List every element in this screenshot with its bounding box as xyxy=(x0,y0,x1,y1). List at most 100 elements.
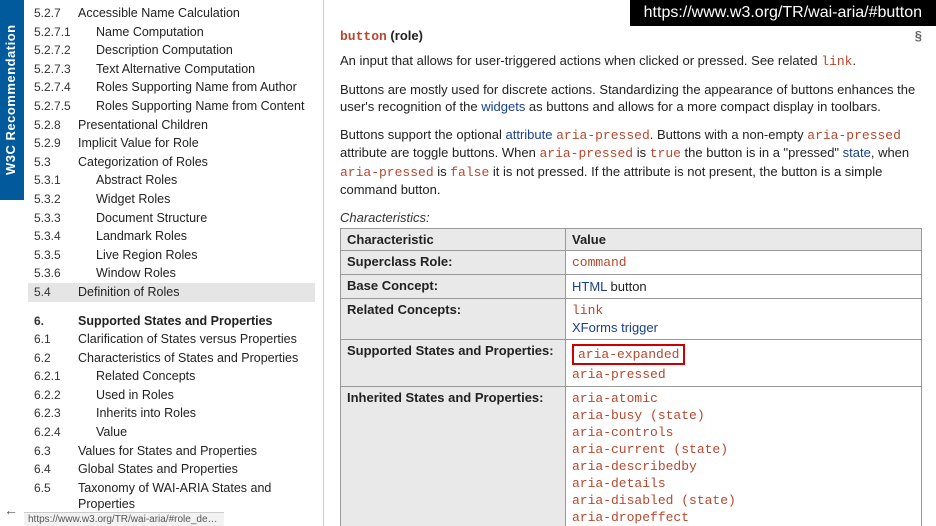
text: attribute are toggle buttons. When xyxy=(340,145,539,160)
text: the button is in a "pressed" xyxy=(681,145,843,160)
text: is xyxy=(633,145,650,160)
attribute-link[interactable]: attribute xyxy=(506,127,553,142)
toc-label: Implicit Value for Role xyxy=(78,135,199,151)
inherited-property-link[interactable]: aria-busy (state) xyxy=(572,407,915,424)
inherited-property-link[interactable]: aria-dropeffect xyxy=(572,509,915,526)
text: is xyxy=(434,164,451,179)
toc-item[interactable]: 6.Supported States and Properties xyxy=(28,312,315,331)
inherited-property-link[interactable]: aria-current (state) xyxy=(572,441,915,458)
row-superclass-value: command xyxy=(566,251,922,275)
toc-label: Values for States and Properties xyxy=(78,443,257,459)
aria-pressed-link[interactable]: aria-pressed xyxy=(556,128,650,143)
supported-property-link[interactable]: aria-expanded xyxy=(572,343,915,366)
toc-number: 5.3.1 xyxy=(28,173,78,189)
toc-number: 5.2.9 xyxy=(28,136,78,152)
toc-item[interactable]: 6.2Characteristics of States and Propert… xyxy=(28,349,315,368)
toc-number: 6.1 xyxy=(28,332,78,348)
toc-item[interactable]: 5.3.6Window Roles xyxy=(28,264,315,283)
true-code: true xyxy=(650,146,681,161)
toc-label: Definition of Roles xyxy=(78,284,179,300)
toc-number: 5.2.7.3 xyxy=(28,62,78,78)
toc-number: 6.4 xyxy=(28,462,78,478)
toc-label: Taxonomy of WAI-ARIA States and Properti… xyxy=(78,480,315,513)
toc-number: 5.2.7.5 xyxy=(28,99,78,115)
toc-number: 5.4 xyxy=(28,285,78,301)
para-1: An input that allows for user-triggered … xyxy=(340,52,922,71)
toc-label: Supported States and Properties xyxy=(78,313,272,329)
w3c-recommendation-tab[interactable]: W3C Recommendation xyxy=(0,0,24,200)
toc-item[interactable]: 6.4Global States and Properties xyxy=(28,460,315,479)
toc-item[interactable]: 5.3.5 Live Region Roles xyxy=(28,246,315,265)
widgets-link[interactable]: widgets xyxy=(481,99,525,114)
toc-label: Global States and Properties xyxy=(78,461,238,477)
toc-label: Live Region Roles xyxy=(96,247,197,263)
toc-number: 5.2.7.4 xyxy=(28,80,78,96)
text: , when xyxy=(871,145,909,160)
toc-item[interactable]: 5.3.2Widget Roles xyxy=(28,190,315,209)
toc-item[interactable]: 5.2.7.4 Roles Supporting Name from Author xyxy=(28,78,315,97)
related-concept-link[interactable]: link xyxy=(572,302,915,319)
toc-item[interactable]: 6.2.2Used in Roles xyxy=(28,386,315,405)
row-baseconcept-value: HTML button xyxy=(566,275,922,299)
row-baseconcept-label: Base Concept: xyxy=(341,275,566,299)
toc-number: 5.3 xyxy=(28,155,78,171)
state-link[interactable]: state xyxy=(843,145,871,160)
toc-item[interactable]: 6.5Taxonomy of WAI-ARIA States and Prope… xyxy=(28,479,315,514)
toc-item[interactable]: 5.2.7.1Name Computation xyxy=(28,23,315,42)
toc-item[interactable]: 5.3.4Landmark Roles xyxy=(28,227,315,246)
row-supported-value: aria-expandedaria-pressed xyxy=(566,340,922,387)
link-link[interactable]: link xyxy=(821,54,852,69)
status-bar-link: https://www.w3.org/TR/wai-aria/#role_def… xyxy=(24,512,224,526)
toc-label: Value xyxy=(96,424,127,440)
toc-item[interactable]: 6.3Values for States and Properties xyxy=(28,442,315,461)
row-related-value: linkXForms trigger xyxy=(566,299,922,340)
supported-property-link[interactable]: aria-pressed xyxy=(572,366,915,383)
toc-item[interactable]: 5.3Categorization of Roles xyxy=(28,153,315,172)
toc-number: 6.3 xyxy=(28,444,78,460)
toc-item[interactable]: 5.4Definition of Roles xyxy=(28,283,315,302)
toc-number: 5.2.7.1 xyxy=(28,25,78,41)
toc-item[interactable]: 5.3.1Abstract Roles xyxy=(28,171,315,190)
toc-label: Presentational Children xyxy=(78,117,208,133)
inherited-property-link[interactable]: aria-atomic xyxy=(572,390,915,407)
back-arrow-icon[interactable]: ← xyxy=(4,502,18,518)
toc-item[interactable]: 5.2.9Implicit Value for Role xyxy=(28,134,315,153)
table-of-contents: 5.2.7Accessible Name Calculation5.2.7.1N… xyxy=(24,0,324,526)
toc-item[interactable]: 6.1Clarification of States versus Proper… xyxy=(28,330,315,349)
role-name-code: button xyxy=(340,29,387,44)
command-link[interactable]: command xyxy=(572,254,915,271)
toc-item[interactable]: 5.2.7Accessible Name Calculation xyxy=(28,4,315,23)
text: button xyxy=(607,279,647,294)
toc-number: 6.2.3 xyxy=(28,406,78,422)
inherited-property-link[interactable]: aria-details xyxy=(572,475,915,492)
toc-item[interactable]: 6.2.4 Value xyxy=(28,423,315,442)
characteristics-table: Characteristic Value Superclass Role: co… xyxy=(340,228,922,526)
inherited-property-link[interactable]: aria-controls xyxy=(572,424,915,441)
role-heading: button (role) § xyxy=(340,28,922,44)
toc-item[interactable]: 5.3.3Document Structure xyxy=(28,209,315,228)
toc-label: Related Concepts xyxy=(96,368,195,384)
th-characteristic: Characteristic xyxy=(341,229,566,251)
related-concept-link[interactable]: XForms trigger xyxy=(572,319,915,336)
false-code: false xyxy=(450,165,489,180)
toc-item[interactable]: 6.2.3Inherits into Roles xyxy=(28,404,315,423)
section-link-icon[interactable]: § xyxy=(915,28,922,43)
inherited-property-link[interactable]: aria-describedby xyxy=(572,458,915,475)
toc-label: Roles Supporting Name from Author xyxy=(96,79,297,95)
toc-item[interactable]: 5.2.7.5Roles Supporting Name from Conten… xyxy=(28,97,315,116)
table-caption: Characteristics: xyxy=(340,209,922,227)
toc-item[interactable]: 5.2.7.3Text Alternative Computation xyxy=(28,60,315,79)
toc-number: 5.3.5 xyxy=(28,248,78,264)
highlighted-property: aria-expanded xyxy=(572,344,685,365)
toc-number: 5.3.6 xyxy=(28,266,78,282)
main-content: button (role) § An input that allows for… xyxy=(340,24,930,526)
inherited-property-link[interactable]: aria-disabled (state) xyxy=(572,492,915,509)
toc-item[interactable]: 6.2.1Related Concepts xyxy=(28,367,315,386)
html-button-link[interactable]: HTML button xyxy=(572,278,915,295)
toc-number: 6.2.4 xyxy=(28,425,78,441)
toc-item[interactable]: 5.2.8Presentational Children xyxy=(28,116,315,135)
toc-label: Landmark Roles xyxy=(96,228,187,244)
row-supported-label: Supported States and Properties: xyxy=(341,340,566,387)
toc-item[interactable]: 5.2.7.2Description Computation xyxy=(28,41,315,60)
toc-number: 5.2.7 xyxy=(28,6,78,22)
